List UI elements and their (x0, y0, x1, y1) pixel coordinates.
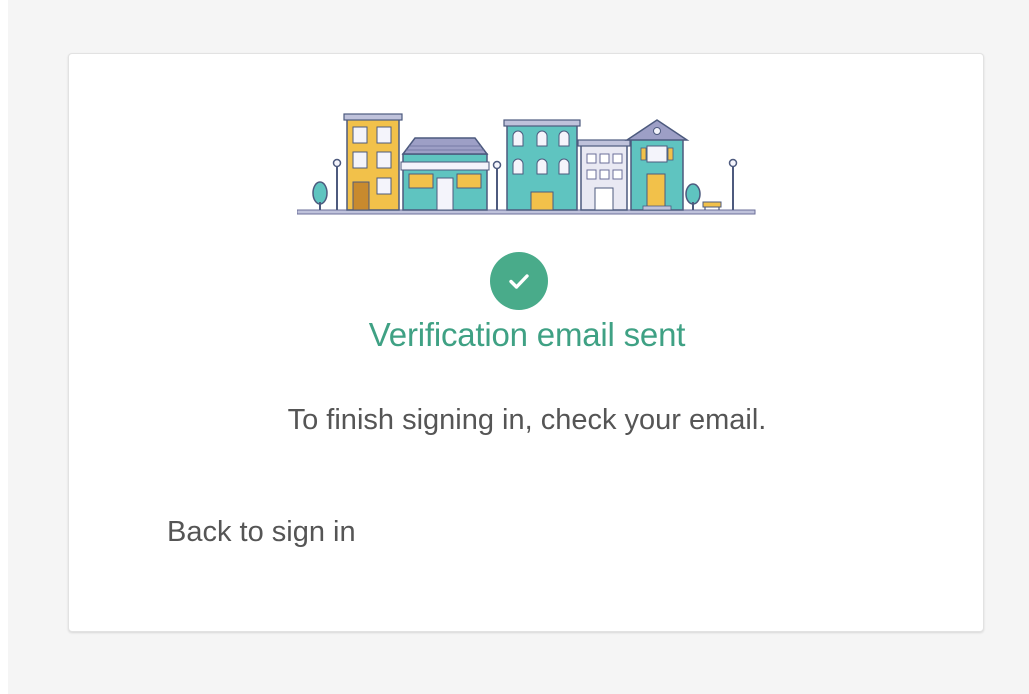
page-left-edge (0, 0, 8, 694)
back-to-sign-in-link[interactable]: Back to sign in (167, 516, 356, 549)
verification-card: Verification email sent To finish signin… (68, 53, 984, 632)
instruction-message: To finish signing in, check your email. (287, 404, 767, 436)
street-of-houses-illustration (297, 113, 756, 215)
checkmark-icon (509, 274, 529, 289)
page-title: Verification email sent (368, 316, 686, 353)
check-circle-icon (490, 252, 548, 310)
